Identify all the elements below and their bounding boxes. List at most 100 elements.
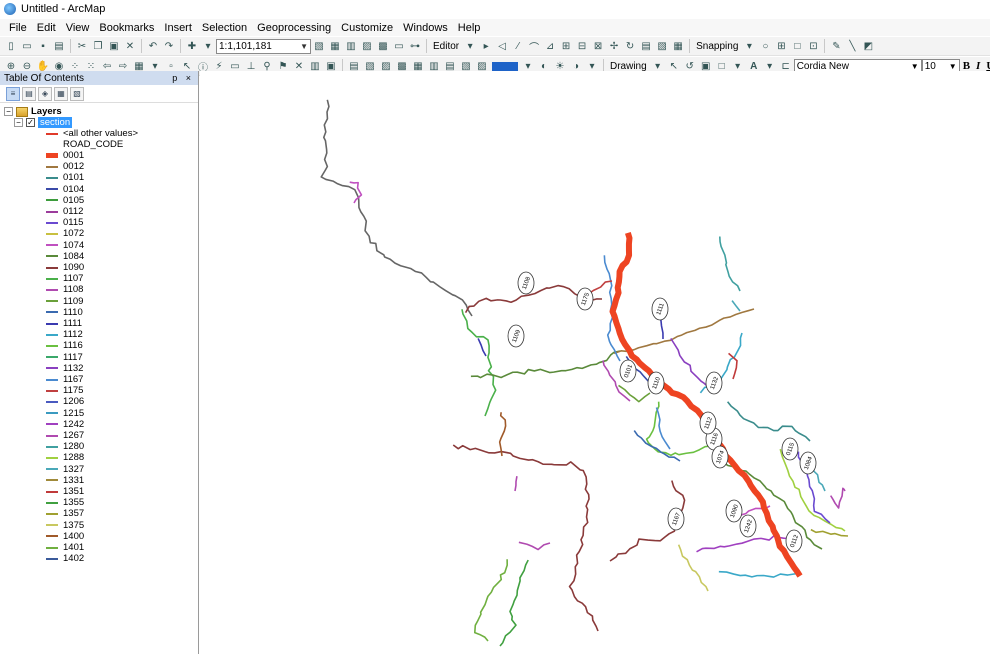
road-segment-1105[interactable] (320, 99, 473, 317)
map-canvas[interactable]: 11081109011512420112117511161074 10841090… (200, 71, 990, 654)
trace-icon[interactable]: ⊿ (543, 39, 557, 53)
redo-icon[interactable]: ↷ (162, 39, 176, 53)
legend-symbol[interactable] (46, 512, 58, 515)
legend-item-1355[interactable]: 1355 (46, 497, 84, 508)
legend-item-1107[interactable]: 1107 (46, 273, 83, 284)
menu-insert[interactable]: Insert (159, 22, 197, 34)
collapse-icon[interactable]: − (4, 107, 13, 116)
road-segment-1110[interactable] (633, 430, 681, 462)
legend-item-0104[interactable]: 0104 (46, 184, 84, 195)
rotate-icon[interactable]: ↻ (623, 39, 637, 53)
road-segment-1267[interactable] (518, 541, 551, 551)
legend-item-1267[interactable]: 1267 (46, 430, 84, 441)
end-snapping-icon[interactable]: ⊞ (774, 39, 788, 53)
open-folder-icon[interactable]: ▭ (20, 39, 34, 53)
road-segment-1401[interactable] (473, 559, 509, 642)
list-by-source-icon[interactable]: ▤ (22, 86, 36, 101)
legend-symbol[interactable] (46, 277, 58, 280)
menu-windows[interactable]: Windows (398, 22, 453, 34)
legend-symbol[interactable] (46, 188, 58, 191)
legend-item-1288[interactable]: 1288 (46, 452, 84, 463)
edge-snapping-icon[interactable]: ⊡ (806, 39, 820, 53)
delete-icon[interactable]: ✕ (123, 39, 137, 53)
undo-icon[interactable]: ↶ (146, 39, 160, 53)
legend-item-1090[interactable]: 1090 (46, 262, 84, 273)
legend-item-1400[interactable]: 1400 (46, 531, 84, 542)
toc-other-values-row[interactable]: <all other values> (46, 128, 138, 139)
legend-symbol[interactable] (46, 400, 58, 403)
new-document-icon[interactable]: ▯ (4, 39, 18, 53)
pencil-icon[interactable]: ✎ (829, 39, 843, 53)
drawing-menu[interactable]: Drawing (607, 61, 650, 72)
map-display[interactable]: 1108 1109 0115 1242 0112 1175 1116 1074 1084 1090… (200, 71, 990, 654)
arctoolbox-icon[interactable]: ▩ (376, 39, 390, 53)
legend-item-1280[interactable]: 1280 (46, 441, 84, 452)
legend-item-1084[interactable]: 1084 (46, 251, 84, 262)
legend-symbol[interactable] (46, 535, 58, 538)
legend-symbol[interactable] (46, 266, 58, 269)
legend-item-0112[interactable]: 0112 (46, 206, 83, 217)
layer-visibility-checkbox[interactable]: ✓ (26, 118, 35, 127)
legend-symbol[interactable] (46, 456, 58, 459)
legend-item-1111[interactable]: 1111 (46, 318, 82, 329)
road-segment-1357[interactable] (810, 528, 849, 537)
cut-icon[interactable]: ✂ (75, 39, 89, 53)
legend-item-1375[interactable]: 1375 (46, 520, 84, 531)
endpoint-arc-icon[interactable]: ⌒ (527, 39, 541, 54)
editor-menu[interactable]: Editor (430, 41, 462, 52)
legend-symbol[interactable] (46, 434, 58, 437)
legend-item-1108[interactable]: 1108 (46, 284, 83, 295)
legend-symbol[interactable] (46, 524, 58, 527)
menu-bookmarks[interactable]: Bookmarks (94, 22, 159, 34)
legend-item-1072[interactable]: 1072 (46, 228, 84, 239)
add-data-icon[interactable]: ✚ (185, 39, 199, 53)
print-icon[interactable]: ▤ (52, 39, 66, 53)
toc-options-icon[interactable]: ▧ (70, 86, 84, 101)
list-by-selection-icon[interactable]: ▦ (54, 86, 68, 101)
legend-item-1132[interactable]: 1132 (46, 363, 83, 374)
legend-symbol[interactable] (46, 221, 58, 224)
legend-symbol[interactable] (46, 288, 58, 291)
editor-toolbar-icon[interactable]: ▧ (312, 39, 326, 53)
legend-item-0001[interactable]: 0001 (46, 150, 84, 161)
legend-item-1112[interactable]: 1112 (46, 329, 83, 340)
legend-symbol[interactable] (46, 557, 58, 560)
save-icon[interactable]: ▪ (36, 39, 50, 53)
toc-window-controls[interactable]: p × (172, 73, 194, 83)
menu-file[interactable]: File (4, 22, 32, 34)
legend-item-1351[interactable]: 1351 (46, 486, 84, 497)
legend-item-1175[interactable]: 1175 (46, 385, 83, 396)
catalog-icon[interactable]: ▥ (344, 39, 358, 53)
legend-item-1331[interactable]: 1331 (46, 475, 84, 486)
legend-symbol[interactable] (46, 356, 58, 359)
menu-geoprocessing[interactable]: Geoprocessing (252, 22, 336, 34)
menu-help[interactable]: Help (453, 22, 486, 34)
road-segment-1109[interactable] (618, 384, 651, 403)
road-segment-1280[interactable] (718, 236, 741, 292)
point-snapping-icon[interactable]: ○ (758, 39, 772, 53)
legend-symbol[interactable] (46, 153, 58, 158)
legend-symbol[interactable] (46, 176, 58, 179)
legend-item-0101[interactable]: 0101 (46, 172, 84, 183)
legend-symbol[interactable] (46, 468, 58, 471)
map-scale-combo[interactable]: 1:1,101,181 ▼ (216, 38, 311, 54)
chevron-down-icon[interactable]: ▾ (463, 39, 477, 53)
legend-symbol[interactable] (46, 322, 58, 325)
legend-symbol[interactable] (46, 311, 58, 314)
legend-symbol[interactable] (46, 389, 58, 392)
paste-icon[interactable]: ▣ (107, 39, 121, 53)
legend-item-1074[interactable]: 1074 (46, 240, 84, 251)
legend-item-1117[interactable]: 1117 (46, 352, 83, 363)
legend-symbol[interactable] (46, 255, 58, 258)
python-window-icon[interactable]: ▭ (392, 39, 406, 53)
legend-symbol[interactable] (46, 165, 58, 168)
search-window-icon[interactable]: ▨ (360, 39, 374, 53)
line-icon[interactable]: ╲ (845, 39, 859, 53)
legend-item-1402[interactable]: 1402 (46, 553, 84, 564)
road-segment-1327[interactable] (731, 300, 741, 312)
menu-customize[interactable]: Customize (336, 22, 398, 34)
road-segment-1090[interactable] (452, 444, 599, 632)
road-segment-1267[interactable] (514, 476, 518, 492)
table-of-contents-icon[interactable]: ▦ (328, 39, 342, 53)
legend-symbol[interactable] (46, 244, 58, 247)
